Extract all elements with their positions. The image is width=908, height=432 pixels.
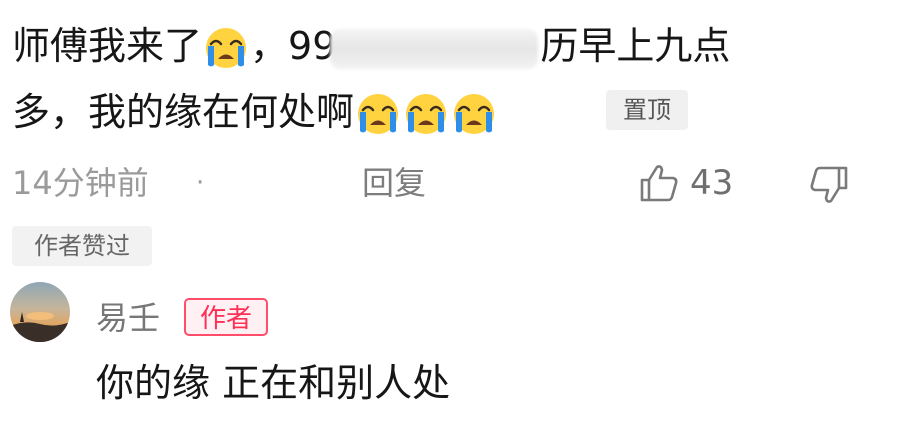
crying-face-icon: [451, 92, 497, 138]
avatar[interactable]: [10, 282, 70, 342]
thumbs-down-icon[interactable]: [806, 164, 850, 206]
meta-separator-dot: ·: [196, 168, 205, 198]
pinned-badge: 置顶: [606, 90, 688, 130]
comment-text-line2: 多，我的缘在何处啊: [12, 90, 355, 134]
thumbs-up-icon[interactable]: [638, 162, 680, 204]
comment-line-1: 师傅我来了 ，99 历早上九点: [12, 22, 730, 72]
comment-text-mid: ，99: [250, 24, 337, 68]
author-tag-badge: 作者: [184, 298, 268, 336]
reply-button[interactable]: 回复: [362, 160, 426, 206]
reply-text: 你的缘 正在和别人处: [96, 361, 451, 405]
like-count: 43: [690, 163, 734, 203]
comment-text-start: 师傅我来了: [12, 24, 203, 68]
author-liked-badge: 作者赞过: [12, 226, 152, 266]
reply-author-name[interactable]: 易壬: [96, 296, 160, 340]
blurred-redaction: [330, 28, 539, 69]
comment-timestamp: 14分钟前: [12, 164, 149, 202]
comment-meta-row: 14分钟前 · 回复 43: [0, 160, 908, 206]
crying-face-icon: [403, 92, 449, 138]
comment-line-2: 多，我的缘在何处啊: [12, 88, 498, 138]
crying-face-icon: [203, 26, 249, 72]
crying-face-icon: [355, 92, 401, 138]
comment-text-end: 历早上九点: [540, 24, 731, 68]
